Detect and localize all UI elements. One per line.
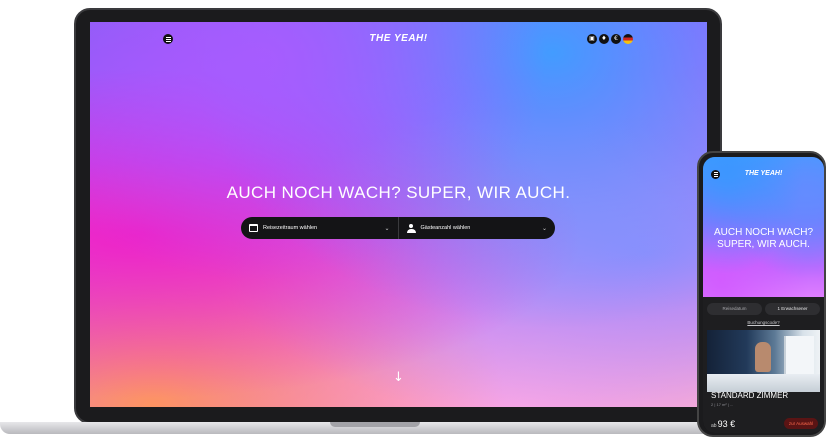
room-meta: 2 | 17 m² | ... [711, 402, 734, 407]
header-actions: ▣ ♦ € [587, 34, 633, 44]
contact-icon[interactable]: ▣ [587, 34, 597, 44]
date-range-select[interactable]: Reisezeitraum wählen ⌄ [241, 217, 398, 239]
room-price: ab93 € [711, 419, 735, 429]
guest-count-label: Gästeanzahl wählen [420, 225, 471, 231]
room-photo-bed [707, 374, 820, 392]
person-icon [406, 223, 416, 233]
booking-code-link[interactable]: Buchungscode? [703, 320, 824, 325]
room-title: STANDARD ZIMMER [711, 391, 789, 400]
phone-booking-panel: Reisedatum 1 Erwachsener Buchungscode? S… [703, 297, 824, 433]
phone-hero-title: AUCH NOCH WACH? SUPER, WIR AUCH. [713, 227, 814, 250]
currency-icon[interactable]: € [611, 34, 621, 44]
room-price-value: 93 € [717, 419, 736, 429]
language-flag-icon[interactable] [623, 34, 633, 44]
room-photo-person [755, 342, 771, 372]
scroll-down-arrow-icon[interactable]: ↓ [90, 370, 707, 385]
phone-search-fields: Reisedatum 1 Erwachsener [707, 303, 820, 315]
room-price-prefix: ab [711, 423, 717, 429]
booking-search-bar: Reisezeitraum wählen ⌄ Gästeanzahl wähle… [241, 217, 555, 239]
date-range-label: Reisezeitraum wählen [263, 225, 318, 231]
device-mockup-stage: THE YEAH! ▣ ♦ € AUCH NOCH WACH? SUPER, W… [0, 0, 826, 437]
chevron-down-icon: ⌄ [384, 224, 390, 232]
laptop-screen: THE YEAH! ▣ ♦ € AUCH NOCH WACH? SUPER, W… [90, 22, 707, 407]
chevron-down-icon: ⌄ [541, 224, 547, 232]
select-room-button[interactable]: zur Auswahl [784, 418, 818, 429]
phone-hero: THE YEAH! AUCH NOCH WACH? SUPER, WIR AUC… [703, 157, 824, 303]
phone-frame: THE YEAH! AUCH NOCH WACH? SUPER, WIR AUC… [697, 151, 826, 437]
phone-date-field[interactable]: Reisedatum [707, 303, 762, 315]
calendar-icon [249, 224, 258, 232]
phone-screen: THE YEAH! AUCH NOCH WACH? SUPER, WIR AUC… [703, 157, 824, 433]
laptop-base-notch [330, 422, 420, 427]
phone-guests-field[interactable]: 1 Erwachsener [765, 303, 820, 315]
room-photo [707, 330, 820, 392]
phone-brand-logo[interactable]: THE YEAH! [703, 170, 824, 177]
guest-count-select[interactable]: Gästeanzahl wählen ⌄ [397, 217, 556, 239]
location-icon[interactable]: ♦ [599, 34, 609, 44]
hero-title: AUCH NOCH WACH? SUPER, WIR AUCH. [226, 183, 571, 202]
